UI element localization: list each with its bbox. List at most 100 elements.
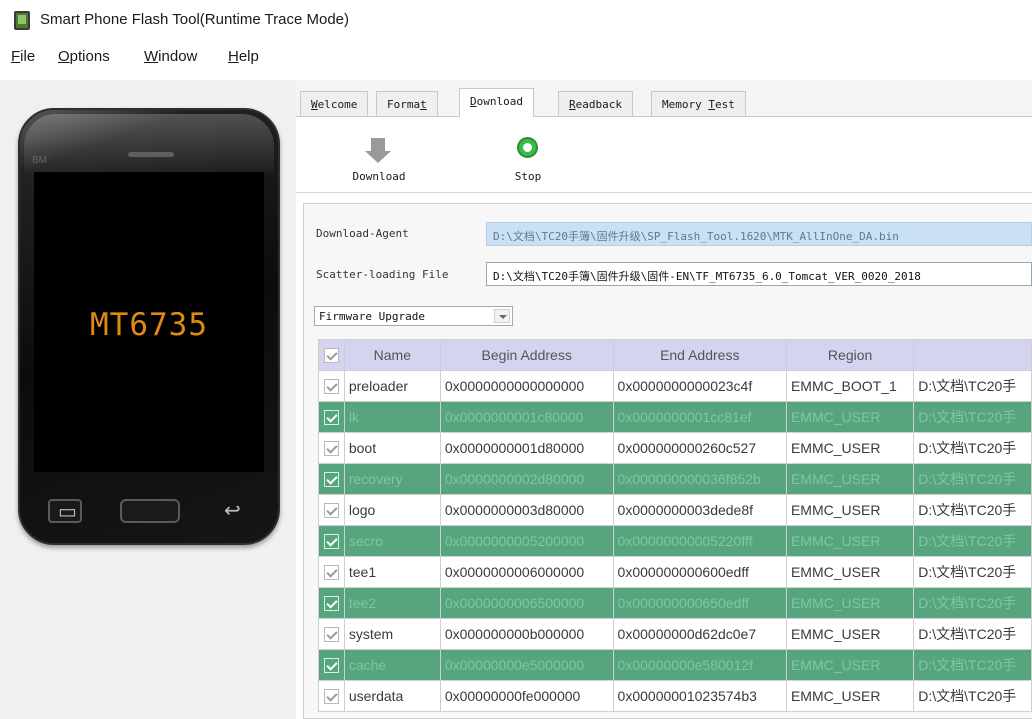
stop-button[interactable]: Stop bbox=[488, 133, 568, 188]
cell-region: EMMC_USER bbox=[785, 401, 915, 433]
stop-button-label: Stop bbox=[514, 170, 542, 183]
row-checkbox[interactable] bbox=[318, 680, 345, 712]
cell-region: EMMC_USER bbox=[785, 432, 915, 464]
menu-file[interactable]: File bbox=[11, 48, 35, 65]
table-row[interactable]: recovery 0x0000000002d80000 0x000000000036… bbox=[318, 463, 1032, 495]
back-icon: ↩ bbox=[224, 500, 241, 522]
table-row[interactable]: lk 0x0000000001c80000 0x0000000001cc81ef EM… bbox=[318, 401, 1032, 433]
chevron-down-icon[interactable] bbox=[494, 309, 510, 323]
row-checkbox[interactable] bbox=[318, 463, 345, 495]
cell-location: D:\文档\TC20手 bbox=[913, 401, 1032, 433]
cell-end-address: 0x000000000036f852b bbox=[612, 463, 787, 495]
table-row[interactable]: cache 0x00000000e5000000 0x00000000e580012… bbox=[318, 649, 1032, 681]
row-checkbox[interactable] bbox=[318, 649, 345, 681]
scatter-file-field[interactable]: D:\文档\TC20手簿\固件升级\固件-EN\TF_MT6735_6.0_To… bbox=[486, 262, 1032, 286]
table-row[interactable]: system 0x000000000b000000 0x00000000d62dc0… bbox=[318, 618, 1032, 650]
cell-begin-address: 0x0000000005200000 bbox=[439, 525, 614, 557]
select-all-checkbox[interactable] bbox=[318, 339, 345, 371]
tab-format[interactable]: Format bbox=[376, 91, 438, 116]
row-checkbox[interactable] bbox=[318, 370, 345, 402]
partition-table: Name Begin Address End Address Region pr… bbox=[318, 339, 1032, 712]
download-arrow-icon bbox=[365, 138, 391, 163]
cell-name: system bbox=[343, 618, 441, 650]
column-header-name[interactable]: Name bbox=[343, 339, 441, 371]
checkbox-icon bbox=[323, 472, 339, 488]
cell-begin-address: 0x0000000006500000 bbox=[439, 587, 614, 619]
phone-back-button: ↩ bbox=[216, 499, 250, 523]
cell-region: EMMC_USER bbox=[785, 680, 915, 712]
checkbox-icon bbox=[323, 689, 339, 705]
tab-readback[interactable]: Readback bbox=[558, 91, 633, 116]
cell-region: EMMC_USER bbox=[785, 618, 915, 650]
cell-end-address: 0x00000000d62dc0e7 bbox=[612, 618, 787, 650]
cell-end-address: 0x0000000003dede8f bbox=[612, 494, 787, 526]
checkbox-icon bbox=[323, 410, 339, 426]
download-button[interactable]: Download bbox=[339, 133, 419, 188]
checkbox-icon bbox=[323, 348, 339, 364]
download-button-label: Download bbox=[352, 170, 406, 183]
toolbar-divider bbox=[296, 192, 1032, 193]
phone-speaker bbox=[128, 152, 174, 157]
row-checkbox[interactable] bbox=[318, 587, 345, 619]
menu-options[interactable]: Options bbox=[58, 48, 110, 65]
column-header-region[interactable]: Region bbox=[785, 339, 915, 371]
row-checkbox[interactable] bbox=[318, 618, 345, 650]
cell-end-address: 0x000000000600edff bbox=[612, 556, 787, 588]
table-row[interactable]: userdata 0x00000000fe000000 0x000000010235… bbox=[318, 680, 1032, 712]
table-row[interactable]: tee1 0x0000000006000000 0x000000000600edff… bbox=[318, 556, 1032, 588]
phone-screen: MT6735 bbox=[34, 172, 264, 472]
row-checkbox[interactable] bbox=[318, 432, 345, 464]
table-header-row: Name Begin Address End Address Region bbox=[318, 339, 1032, 371]
column-header-end-address[interactable]: End Address bbox=[612, 339, 787, 371]
column-header-begin-address[interactable]: Begin Address bbox=[439, 339, 614, 371]
cell-end-address: 0x00000000e580012f bbox=[612, 649, 787, 681]
row-checkbox[interactable] bbox=[318, 525, 345, 557]
phone-brand: BM bbox=[32, 155, 47, 166]
download-agent-field[interactable]: D:\文档\TC20手簿\固件升级\SP_Flash_Tool.1620\MTK… bbox=[486, 222, 1032, 246]
cell-end-address: 0x0000000000023c4f bbox=[612, 370, 787, 402]
tab-memory-test[interactable]: Memory Test bbox=[651, 91, 746, 116]
checkbox-icon bbox=[323, 441, 339, 457]
cell-begin-address: 0x00000000fe000000 bbox=[439, 680, 614, 712]
table-row[interactable]: boot 0x0000000001d80000 0x000000000260c527… bbox=[318, 432, 1032, 464]
checkbox-icon bbox=[323, 379, 339, 395]
cell-end-address: 0x0000000001cc81ef bbox=[612, 401, 787, 433]
checkbox-icon bbox=[323, 627, 339, 643]
download-agent-label: Download-Agent bbox=[316, 227, 409, 240]
tab-welcome[interactable]: Welcome bbox=[300, 91, 369, 116]
mode-dropdown[interactable]: Firmware Upgrade bbox=[314, 306, 513, 326]
mode-dropdown-value: Firmware Upgrade bbox=[319, 310, 425, 323]
cell-location: D:\文档\TC20手 bbox=[913, 680, 1032, 712]
cell-region: EMMC_BOOT_1 bbox=[785, 370, 915, 402]
cell-location: D:\文档\TC20手 bbox=[913, 587, 1032, 619]
menu-bar: File Options Window Help bbox=[0, 42, 1032, 74]
cell-begin-address: 0x00000000e5000000 bbox=[439, 649, 614, 681]
table-row[interactable]: preloader 0x0000000000000000 0x00000000000… bbox=[318, 370, 1032, 402]
tab-download[interactable]: Download bbox=[459, 88, 534, 117]
scatter-file-label: Scatter-loading File bbox=[316, 268, 449, 281]
row-checkbox[interactable] bbox=[318, 556, 345, 588]
row-checkbox[interactable] bbox=[318, 494, 345, 526]
phone-menu-button: ▭ bbox=[48, 499, 82, 523]
cell-region: EMMC_USER bbox=[785, 649, 915, 681]
table-row[interactable]: secro 0x0000000005200000 0x00000000005220f… bbox=[318, 525, 1032, 557]
cell-region: EMMC_USER bbox=[785, 587, 915, 619]
cell-end-address: 0x00000000005220fff bbox=[612, 525, 787, 557]
cell-name: lk bbox=[343, 401, 441, 433]
cell-name: logo bbox=[343, 494, 441, 526]
chip-label: MT6735 bbox=[90, 307, 208, 343]
checkbox-icon bbox=[323, 596, 339, 612]
cell-location: D:\文档\TC20手 bbox=[913, 649, 1032, 681]
cell-begin-address: 0x000000000b000000 bbox=[439, 618, 614, 650]
menu-window[interactable]: Window bbox=[144, 48, 197, 65]
cell-name: recovery bbox=[343, 463, 441, 495]
cell-name: tee1 bbox=[343, 556, 441, 588]
table-row[interactable]: logo 0x0000000003d80000 0x0000000003dede8f… bbox=[318, 494, 1032, 526]
cell-begin-address: 0x0000000001c80000 bbox=[439, 401, 614, 433]
column-header-location[interactable] bbox=[913, 339, 1032, 371]
table-row[interactable]: tee2 0x0000000006500000 0x000000000650edff… bbox=[318, 587, 1032, 619]
checkbox-icon bbox=[323, 658, 339, 674]
window-title: Smart Phone Flash Tool(Runtime Trace Mod… bbox=[40, 11, 350, 28]
menu-help[interactable]: Help bbox=[228, 48, 259, 65]
row-checkbox[interactable] bbox=[318, 401, 345, 433]
